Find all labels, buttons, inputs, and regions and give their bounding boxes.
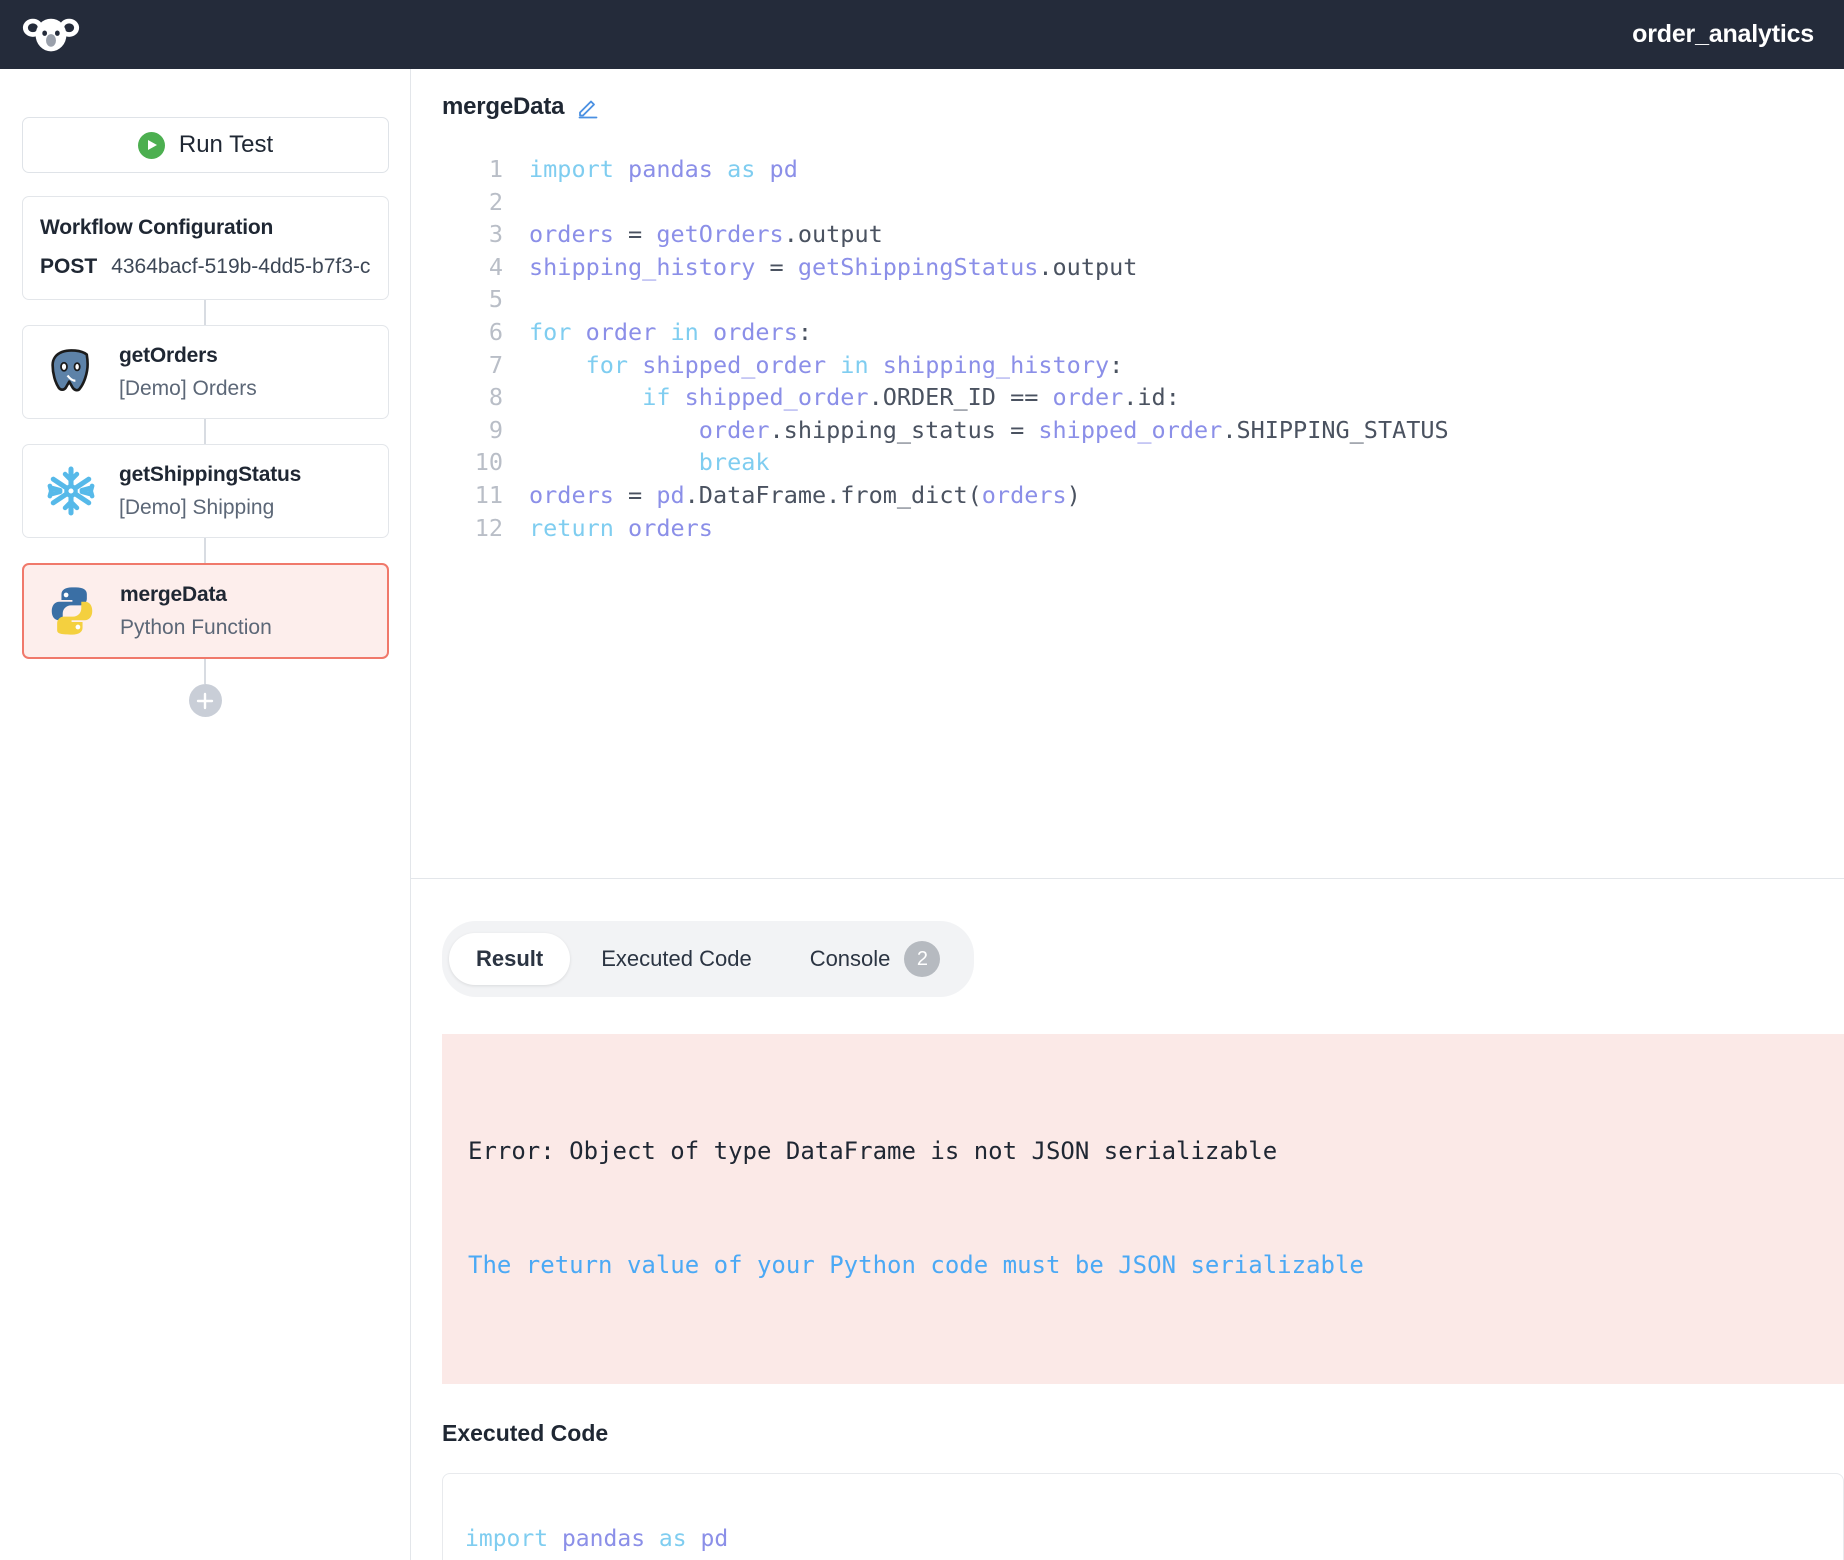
code-line: 4 shipping_history = getShippingStatus.ou…	[455, 251, 1844, 284]
run-test-label: Run Test	[179, 131, 273, 159]
tab-result[interactable]: Result	[449, 933, 570, 985]
line-number: 8	[455, 381, 503, 414]
line-number: 1	[455, 153, 503, 186]
line-number: 12	[455, 512, 503, 545]
workflow-configuration-title: Workflow Configuration	[40, 216, 371, 240]
http-method-label: POST	[40, 255, 97, 279]
pencil-icon[interactable]	[576, 95, 600, 119]
play-icon	[138, 132, 165, 159]
code-line: 9 order.shipping_status = shipped_order.…	[455, 414, 1844, 447]
code-lines[interactable]: 1 import pandas as pd 2 3 orders = getOrder…	[411, 153, 1844, 544]
code-text: for shipped_order in shipping_history:	[529, 349, 1123, 382]
code-line: 7 for shipped_order in shipping_history:	[455, 349, 1844, 382]
executed-code-box: import pandas as pd orders = [{"id":3000…	[442, 1473, 1844, 1560]
node-sub-label: [Demo] Orders	[119, 377, 257, 401]
tab-badge: 2	[904, 941, 940, 977]
node-sub-label: [Demo] Shipping	[119, 496, 301, 520]
postgresql-icon	[41, 342, 101, 402]
code-text: order.shipping_status = shipped_order.SH…	[529, 414, 1449, 447]
connector-line	[204, 538, 206, 563]
line-number: 7	[455, 349, 503, 382]
results-pane: Result Executed Code Console 2 Error: Objec…	[411, 879, 1844, 1559]
connector-line	[204, 659, 206, 684]
node-name-label: mergeData	[120, 583, 272, 607]
executed-code-heading: Executed Code	[442, 1420, 1844, 1447]
code-text	[529, 186, 543, 219]
tab-label: Result	[476, 946, 543, 972]
tab-executed-code[interactable]: Executed Code	[574, 933, 778, 985]
node-name-label: getOrders	[119, 344, 257, 368]
line-number: 4	[455, 251, 503, 284]
code-line: 5	[455, 283, 1844, 316]
line-number: 10	[455, 446, 503, 479]
line-number: 6	[455, 316, 503, 349]
code-editor-pane: mergeData 1 import pandas as pd 2 3 orders …	[411, 69, 1844, 879]
line-number: 11	[455, 479, 503, 512]
add-step-wrap	[22, 659, 388, 717]
app-root: order_analytics Run Test Workflow Config…	[0, 0, 1844, 1560]
connector-line	[204, 300, 206, 325]
run-test-button[interactable]: Run Test	[22, 117, 389, 173]
python-icon	[42, 581, 102, 641]
code-line: 11 orders = pd.DataFrame.from_dict(orders…	[455, 479, 1844, 512]
koala-icon	[22, 13, 80, 57]
error-message: Error: Object of type DataFrame is not J…	[468, 1132, 1818, 1170]
workflow-configuration-card[interactable]: Workflow Configuration POST 4364bacf-519…	[22, 196, 389, 300]
code-line: 10 break	[455, 446, 1844, 479]
error-hint: The return value of your Python code mus…	[468, 1246, 1818, 1284]
main-panel: mergeData 1 import pandas as pd 2 3 orders …	[411, 69, 1844, 1560]
node-card-getshippingstatus[interactable]: getShippingStatus [Demo] Shipping	[22, 444, 389, 538]
results-tabs: Result Executed Code Console 2	[442, 921, 974, 997]
code-text: for order in orders:	[529, 316, 812, 349]
snowflake-icon	[41, 461, 101, 521]
line-number: 9	[455, 414, 503, 447]
tab-label: Executed Code	[601, 946, 751, 972]
workflow-sidebar: Run Test Workflow Configuration POST 436…	[0, 69, 411, 1560]
top-bar: order_analytics	[0, 0, 1844, 69]
node-card-getorders[interactable]: getOrders [Demo] Orders	[22, 325, 389, 419]
code-text	[529, 283, 543, 316]
workflow-id-label: 4364bacf-519b-4dd5-b7f3-c...	[111, 255, 371, 279]
editor-title: mergeData	[442, 93, 564, 121]
error-message-box: Error: Object of type DataFrame is not J…	[442, 1034, 1844, 1384]
code-line: 1 import pandas as pd	[455, 153, 1844, 186]
code-line: 12 return orders	[455, 512, 1844, 545]
connector-line	[204, 419, 206, 444]
code-text: orders = pd.DataFrame.from_dict(orders)	[529, 479, 1081, 512]
code-text: orders = getOrders.output	[529, 218, 883, 251]
code-line: 3 orders = getOrders.output	[455, 218, 1844, 251]
code-line: 6 for order in orders:	[455, 316, 1844, 349]
code-line: 8 if shipped_order.ORDER_ID == order.id:	[455, 381, 1844, 414]
editor-header: mergeData	[411, 69, 1844, 121]
tab-label: Console	[810, 946, 891, 972]
code-line: 2	[455, 186, 1844, 219]
node-card-mergedata[interactable]: mergeData Python Function	[22, 563, 389, 659]
code-text: return orders	[529, 512, 713, 545]
line-number: 5	[455, 283, 503, 316]
app-title: order_analytics	[1632, 20, 1814, 49]
node-sub-label: Python Function	[120, 616, 272, 640]
line-number: 2	[455, 186, 503, 219]
code-text: break	[529, 446, 770, 479]
node-name-label: getShippingStatus	[119, 463, 301, 487]
executed-code-line: import pandas as pd	[465, 1508, 1821, 1560]
line-number: 3	[455, 218, 503, 251]
tab-console[interactable]: Console 2	[783, 928, 968, 990]
code-text: import pandas as pd	[529, 153, 798, 186]
workflow-endpoint-row: POST 4364bacf-519b-4dd5-b7f3-c...	[40, 255, 371, 279]
code-text: shipping_history = getShippingStatus.out…	[529, 251, 1137, 284]
code-text: if shipped_order.ORDER_ID == order.id:	[529, 381, 1180, 414]
plus-icon[interactable]	[189, 684, 222, 717]
